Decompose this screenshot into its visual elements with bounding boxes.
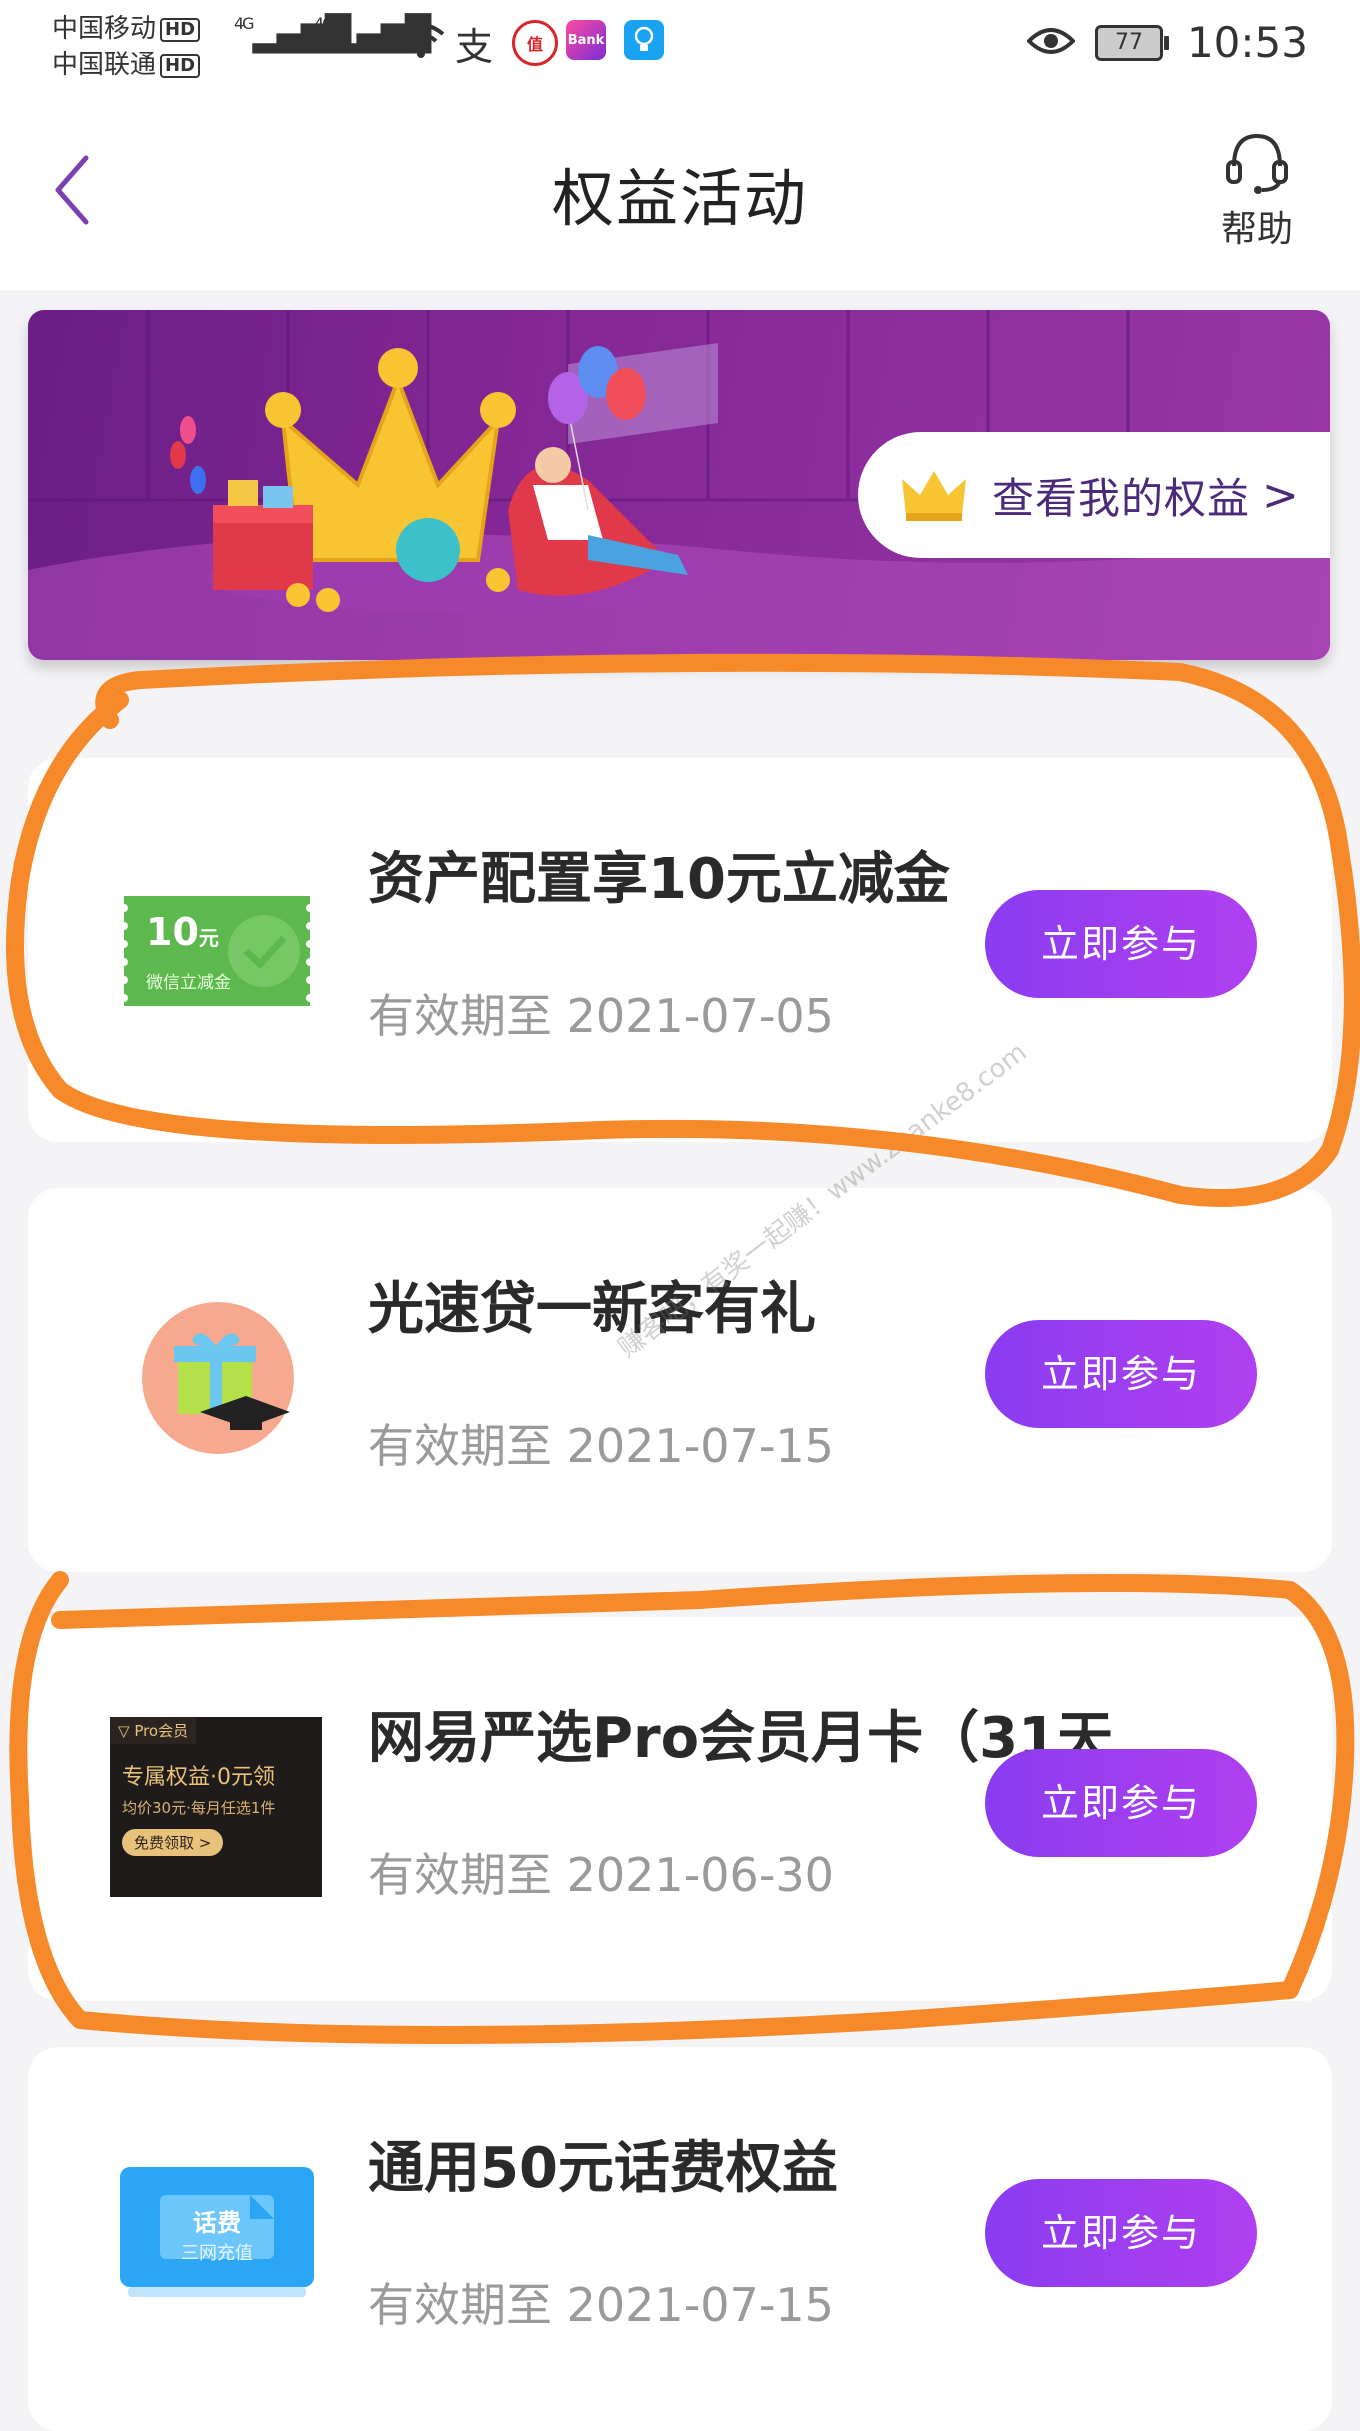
- status-bar: 中国移动 HD 中国联通 HD 4G▂▄▆█ 4G▂▄▆█ 支 值 Bank 77 …: [0, 0, 1360, 80]
- status-right: 77 10:53: [1026, 18, 1308, 67]
- view-my-rights-label: 查看我的权益: [992, 473, 1251, 523]
- activity-card: ▽ Pro会员 专属权益·0元领 均价30元·每月任选1件 免费领取 > 网易严…: [28, 1617, 1332, 2001]
- join-button[interactable]: 立即参与: [985, 1320, 1257, 1428]
- clock: 10:53: [1186, 18, 1308, 67]
- card-expiry: 有效期至 2021-07-15: [368, 2278, 834, 2332]
- carrier-1-label: 中国移动: [52, 14, 157, 44]
- carrier-2: 中国联通 HD: [52, 44, 201, 81]
- chevron-right-icon: >: [1262, 469, 1299, 521]
- pro-line2: 均价30元·每月任选1件: [122, 1799, 276, 1817]
- alipay-icon: 支: [455, 25, 494, 69]
- carrier-1: 中国移动 HD: [52, 8, 201, 45]
- card-expiry: 有效期至 2021-07-05: [368, 989, 834, 1043]
- recharge-title: 话费: [193, 2209, 241, 2237]
- activity-card: 话费 三网充值 通用50元话费权益 有效期至 2021-07-15 立即参与: [28, 2047, 1332, 2431]
- coupon-amount: 10元: [146, 910, 219, 954]
- hd-badge: HD: [160, 53, 201, 78]
- battery-icon: 77: [1094, 24, 1169, 61]
- bank-app-icon: Bank: [566, 20, 606, 60]
- crown-icon: [902, 471, 966, 521]
- wechat-coupon-thumbnail: 10元 微信立减金: [120, 896, 314, 1006]
- zhi-app-icon: 值: [512, 20, 558, 66]
- hd-badge: HD: [160, 17, 201, 42]
- join-button[interactable]: 立即参与: [985, 2179, 1257, 2287]
- carrier-2-label: 中国联通: [52, 50, 157, 80]
- phone-recharge-thumbnail: 话费 三网充值: [120, 2167, 314, 2297]
- card-title: 资产配置享10元立减金: [368, 847, 950, 912]
- coupon-sub: 微信立减金: [146, 973, 231, 993]
- join-button[interactable]: 立即参与: [985, 1749, 1257, 1857]
- activity-card: 10元 微信立减金 资产配置享10元立减金 有效期至 2021-07-05 立即…: [28, 758, 1332, 1142]
- gift-graduation-icon: [140, 1300, 296, 1456]
- bulb-app-icon: [624, 20, 664, 60]
- card-title: 网易严选Pro会员月卡（31天: [368, 1706, 1114, 1771]
- page-title: 权益活动: [551, 162, 808, 235]
- help-button[interactable]: 帮助: [1202, 130, 1312, 252]
- card-expiry: 有效期至 2021-07-15: [368, 1419, 834, 1473]
- join-button[interactable]: 立即参与: [985, 890, 1257, 998]
- netease-pro-thumbnail: ▽ Pro会员 专属权益·0元领 均价30元·每月任选1件 免费领取 >: [110, 1717, 322, 1897]
- recharge-sub: 三网充值: [181, 2243, 253, 2264]
- card-title: 通用50元话费权益: [368, 2136, 838, 2201]
- rights-banner[interactable]: 查看我的权益 >: [28, 310, 1330, 660]
- activity-card: 光速贷一新客有礼 有效期至 2021-07-15 立即参与: [28, 1188, 1332, 1572]
- nav-header: 权益活动 帮助: [0, 80, 1360, 290]
- pro-line1: 专属权益·0元领: [122, 1765, 275, 1790]
- eye-icon: [1026, 25, 1076, 61]
- pro-tag: ▽ Pro会员: [110, 1717, 197, 1744]
- wifi-icon: [396, 20, 446, 64]
- headset-icon: [1226, 133, 1288, 194]
- pro-cta: 免费领取 >: [122, 1829, 224, 1856]
- view-my-rights-button[interactable]: 查看我的权益 >: [858, 432, 1330, 558]
- card-expiry: 有效期至 2021-06-30: [368, 1848, 834, 1902]
- help-label: 帮助: [1220, 209, 1293, 250]
